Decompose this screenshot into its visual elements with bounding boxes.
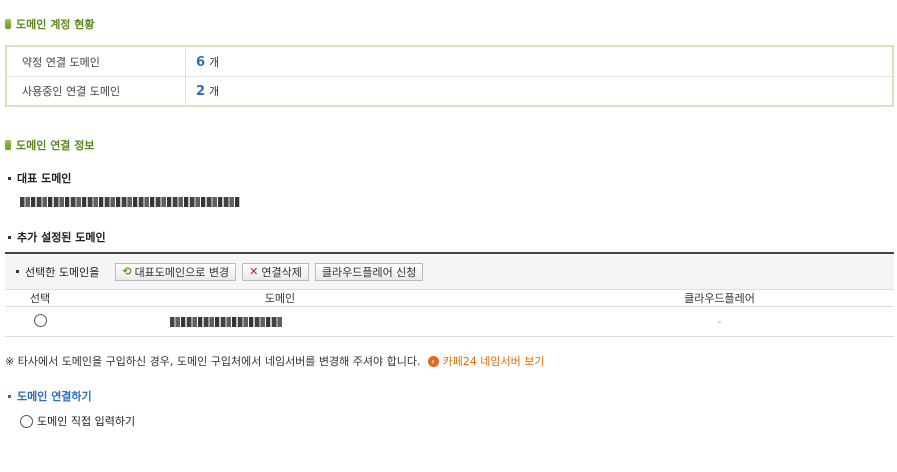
table-row: - (5, 307, 894, 337)
table-header-row: 선택 도메인 클라우드플레어 (5, 290, 894, 307)
domain-select-radio[interactable] (33, 313, 47, 327)
section-bullet-icon (5, 140, 11, 150)
account-status-table: 약정 연결 도메인 6 개 사용중인 연결 도메인 2 개 (5, 45, 894, 107)
nameserver-link-text: 카페24 네임서버 보기 (442, 355, 545, 368)
close-icon: ✕ (249, 265, 259, 278)
bullet-dot-icon (8, 235, 11, 239)
section-bullet-icon (5, 19, 11, 29)
header-cloudflare: 클라우드플레어 (684, 292, 755, 305)
direct-input-label: 도메인 직접 입력하기 (37, 415, 136, 428)
refresh-icon: ⟲ (122, 265, 132, 278)
bullet-dot-icon (8, 394, 11, 398)
bullet-dot-icon (8, 176, 11, 180)
status-label: 사용중인 연결 도메인 (7, 77, 186, 105)
status-unit: 개 (209, 85, 220, 98)
status-row-contracted: 약정 연결 도메인 6 개 (7, 47, 892, 76)
bullet-dot-icon (16, 270, 19, 273)
selected-domains-label: 선택한 도메인을 (25, 265, 100, 279)
connection-info-title-text: 도메인 연결 정보 (16, 139, 95, 152)
row-domain-cell (75, 307, 485, 336)
set-primary-domain-label: 대표도메인으로 변경 (134, 265, 230, 279)
notice-text: ※ 타사에서 도메인을 구입하신 경우, 도메인 구입처에서 네임서버를 변경해… (5, 355, 421, 368)
primary-domain-label: 대표 도메인 (17, 172, 72, 185)
status-unit: 개 (209, 55, 220, 69)
direct-input-option[interactable]: 도메인 직접 입력하기 (20, 413, 135, 429)
additional-domains-heading: 추가 설정된 도메인 (8, 229, 106, 245)
connect-domain-heading: 도메인 연결하기 (8, 388, 92, 404)
status-count: 6 (196, 54, 206, 70)
toolbar-label: 선택한 도메인을 (16, 264, 99, 280)
cloudflare-apply-label: 클라우드플레어 신청 (321, 265, 417, 279)
row-cloudflare-cell: - (485, 315, 894, 328)
set-primary-domain-button[interactable]: ⟲ 대표도메인으로 변경 (115, 262, 237, 281)
row-select-cell (5, 313, 75, 330)
status-count: 2 (196, 84, 206, 99)
nameserver-notice: ※ 타사에서 도메인을 구입하신 경우, 도메인 구입처에서 네임서버를 변경해… (5, 353, 544, 369)
additional-domains-table: 선택한 도메인을 ⟲ 대표도메인으로 변경 ✕ 연결삭제 클라우드플레어 신청 … (5, 252, 894, 337)
additional-domains-label: 추가 설정된 도메인 (17, 231, 106, 244)
primary-domain-redacted (20, 197, 240, 207)
primary-domain-heading: 대표 도메인 (8, 170, 71, 186)
connect-domain-title: 도메인 연결하기 (17, 390, 92, 403)
account-status-title-text: 도메인 계정 현황 (16, 18, 95, 31)
header-select: 선택 (29, 292, 51, 305)
status-value: 6 개 (186, 54, 219, 70)
account-status-title: 도메인 계정 현황 (5, 16, 95, 32)
delete-connection-button[interactable]: ✕ 연결삭제 (242, 262, 309, 281)
header-domain: 도메인 (264, 292, 296, 305)
table-toolbar: 선택한 도메인을 ⟲ 대표도메인으로 변경 ✕ 연결삭제 클라우드플레어 신청 (5, 254, 894, 290)
status-label: 약정 연결 도메인 (7, 47, 186, 76)
delete-connection-label: 연결삭제 (261, 265, 302, 279)
cloudflare-status: - (717, 315, 722, 328)
status-value: 2 개 (186, 83, 219, 99)
status-row-in-use: 사용중인 연결 도메인 2 개 (7, 76, 892, 105)
nameserver-link[interactable]: › 카페24 네임서버 보기 (427, 353, 545, 369)
connection-info-title: 도메인 연결 정보 (5, 137, 95, 153)
domain-redacted (170, 317, 282, 327)
arrow-right-icon: › (427, 355, 439, 367)
cloudflare-apply-button[interactable]: 클라우드플레어 신청 (314, 262, 424, 281)
direct-input-radio[interactable] (20, 414, 33, 428)
